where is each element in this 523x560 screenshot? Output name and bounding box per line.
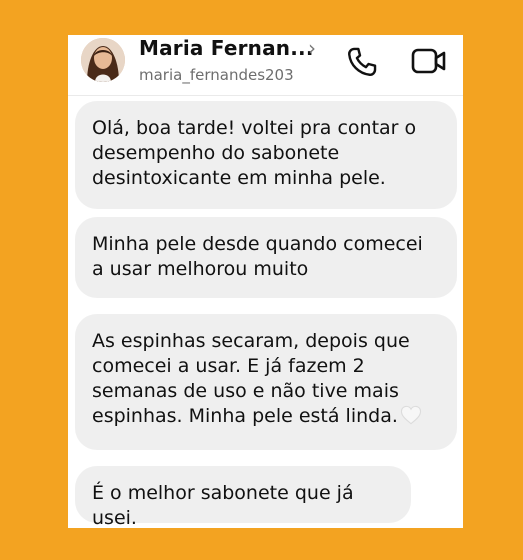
avatar-photo (81, 38, 125, 82)
message-bubble[interactable]: Minha pele desde quando comecei a usar m… (75, 217, 457, 298)
chevron-right-icon[interactable]: › (308, 35, 316, 61)
profile-handle: maria_fernandes203 (139, 66, 294, 84)
message-bubble[interactable]: As espinhas secaram, depois que comecei … (75, 314, 457, 450)
message-bubble[interactable]: Olá, boa tarde! voltei pra contar o dese… (75, 101, 457, 209)
header-divider (68, 95, 463, 96)
profile-name[interactable]: Maria Fernan... (139, 36, 314, 60)
chat-header: Maria Fernan... › maria_fernandes203 (68, 35, 463, 95)
message-text: Minha pele desde quando comecei a usar m… (92, 233, 423, 280)
phone-icon[interactable] (345, 45, 379, 79)
message-text: Olá, boa tarde! voltei pra contar o dese… (92, 117, 417, 189)
message-bubble[interactable]: É o melhor sabonete que já usei. (75, 466, 411, 528)
white-heart-icon (400, 405, 421, 425)
video-camera-icon[interactable] (411, 46, 447, 76)
chat-card: Maria Fernan... › maria_fernandes203 Olá… (68, 35, 463, 528)
message-text: As espinhas secaram, depois que comecei … (92, 330, 410, 427)
avatar[interactable] (81, 38, 125, 82)
message-text: É o melhor sabonete que já usei. (92, 482, 354, 528)
